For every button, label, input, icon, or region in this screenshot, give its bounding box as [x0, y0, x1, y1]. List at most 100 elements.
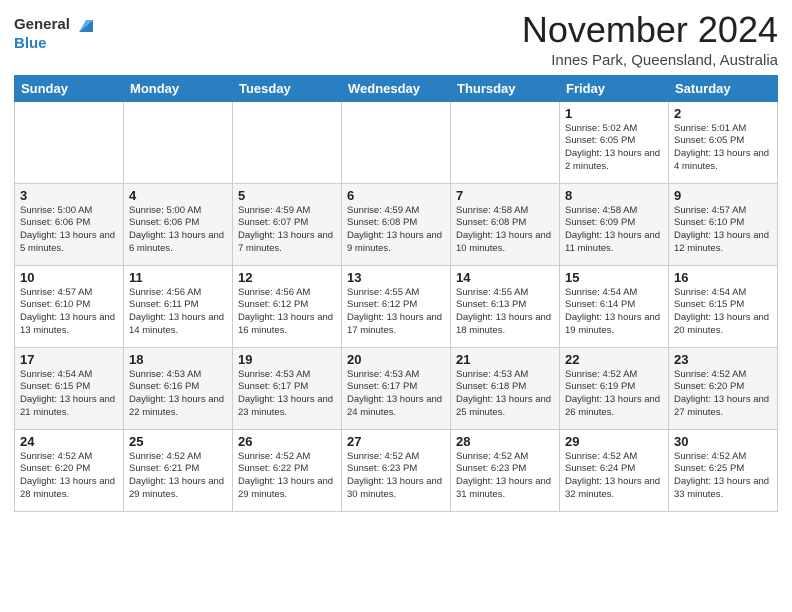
day-number: 25	[129, 434, 227, 449]
day-number: 1	[565, 106, 663, 121]
calendar-cell: 14 Sunrise: 4:55 AM Sunset: 6:13 PM Dayli…	[451, 265, 560, 347]
header-row: Sunday Monday Tuesday Wednesday Thursday…	[15, 75, 778, 101]
cell-info: Sunrise: 4:55 AM Sunset: 6:13 PM Dayligh…	[456, 287, 554, 338]
cell-info: Sunrise: 4:52 AM Sunset: 6:22 PM Dayligh…	[238, 451, 336, 502]
week-row-3: 10Sunrise: 4:57 AM Sunset: 6:10 PM Dayli…	[15, 265, 778, 347]
col-thursday: Thursday	[451, 75, 560, 101]
calendar-cell: 13 Sunrise: 4:55 AM Sunset: 6:12 PM Dayli…	[342, 265, 451, 347]
cell-info: Sunrise: 5:00 AM Sunset: 6:06 PM Dayligh…	[129, 205, 227, 256]
day-number: 16	[674, 270, 772, 285]
day-number: 2	[674, 106, 772, 121]
cell-info: Sunrise: 4:52 AM Sunset: 6:24 PM Dayligh…	[565, 451, 663, 502]
day-number: 26	[238, 434, 336, 449]
calendar-cell: 23 Sunrise: 4:52 AM Sunset: 6:20 PM Dayli…	[669, 347, 778, 429]
calendar-cell: 9Sunrise: 4:57 AM Sunset: 6:10 PM Daylig…	[669, 183, 778, 265]
day-number: 22	[565, 352, 663, 367]
week-row-5: 24 Sunrise: 4:52 AM Sunset: 6:20 PM Dayli…	[15, 429, 778, 511]
day-number: 30	[674, 434, 772, 449]
calendar-cell	[124, 101, 233, 183]
cell-info: Sunrise: 4:59 AM Sunset: 6:07 PM Dayligh…	[238, 205, 336, 256]
calendar-cell: 12 Sunrise: 4:56 AM Sunset: 6:12 PM Dayli…	[233, 265, 342, 347]
cell-info: Sunrise: 5:00 AM Sunset: 6:06 PM Dayligh…	[20, 205, 118, 256]
calendar-cell	[451, 101, 560, 183]
cell-info: Sunrise: 4:52 AM Sunset: 6:23 PM Dayligh…	[347, 451, 445, 502]
calendar-cell: 30 Sunrise: 4:52 AM Sunset: 6:25 PM Dayli…	[669, 429, 778, 511]
logo-text: General	[14, 14, 97, 36]
calendar-cell: 16 Sunrise: 4:54 AM Sunset: 6:15 PM Dayli…	[669, 265, 778, 347]
week-row-4: 17Sunrise: 4:54 AM Sunset: 6:15 PM Dayli…	[15, 347, 778, 429]
calendar-cell: 29 Sunrise: 4:52 AM Sunset: 6:24 PM Dayli…	[560, 429, 669, 511]
col-tuesday: Tuesday	[233, 75, 342, 101]
day-number: 14	[456, 270, 554, 285]
calendar-cell: 20 Sunrise: 4:53 AM Sunset: 6:17 PM Dayli…	[342, 347, 451, 429]
cell-info: Sunrise: 4:52 AM Sunset: 6:23 PM Dayligh…	[456, 451, 554, 502]
calendar-table: Sunday Monday Tuesday Wednesday Thursday…	[14, 75, 778, 512]
day-number: 23	[674, 352, 772, 367]
calendar-cell: 21 Sunrise: 4:53 AM Sunset: 6:18 PM Dayli…	[451, 347, 560, 429]
cell-info: Sunrise: 4:53 AM Sunset: 6:17 PM Dayligh…	[238, 369, 336, 420]
day-number: 18	[129, 352, 227, 367]
day-number: 21	[456, 352, 554, 367]
calendar-cell: 10Sunrise: 4:57 AM Sunset: 6:10 PM Dayli…	[15, 265, 124, 347]
cell-info: Sunrise: 4:59 AM Sunset: 6:08 PM Dayligh…	[347, 205, 445, 256]
calendar-cell: 6 Sunrise: 4:59 AM Sunset: 6:08 PM Daylig…	[342, 183, 451, 265]
day-number: 17	[20, 352, 118, 367]
cell-info: Sunrise: 4:58 AM Sunset: 6:08 PM Dayligh…	[456, 205, 554, 256]
day-number: 12	[238, 270, 336, 285]
calendar-cell: 15Sunrise: 4:54 AM Sunset: 6:14 PM Dayli…	[560, 265, 669, 347]
cell-info: Sunrise: 4:58 AM Sunset: 6:09 PM Dayligh…	[565, 205, 663, 256]
calendar-cell	[15, 101, 124, 183]
cell-info: Sunrise: 4:54 AM Sunset: 6:15 PM Dayligh…	[674, 287, 772, 338]
cell-info: Sunrise: 4:56 AM Sunset: 6:12 PM Dayligh…	[238, 287, 336, 338]
logo-blue-text: Blue	[14, 36, 97, 53]
cell-info: Sunrise: 4:53 AM Sunset: 6:16 PM Dayligh…	[129, 369, 227, 420]
day-number: 29	[565, 434, 663, 449]
cell-info: Sunrise: 4:52 AM Sunset: 6:20 PM Dayligh…	[674, 369, 772, 420]
calendar-cell: 1 Sunrise: 5:02 AM Sunset: 6:05 PM Daylig…	[560, 101, 669, 183]
week-row-2: 3 Sunrise: 5:00 AM Sunset: 6:06 PM Daylig…	[15, 183, 778, 265]
day-number: 13	[347, 270, 445, 285]
cell-info: Sunrise: 4:52 AM Sunset: 6:19 PM Dayligh…	[565, 369, 663, 420]
cell-info: Sunrise: 5:02 AM Sunset: 6:05 PM Dayligh…	[565, 123, 663, 174]
day-number: 7	[456, 188, 554, 203]
day-number: 19	[238, 352, 336, 367]
day-number: 3	[20, 188, 118, 203]
title-block: November 2024 Innes Park, Queensland, Au…	[522, 10, 778, 69]
cell-info: Sunrise: 5:01 AM Sunset: 6:05 PM Dayligh…	[674, 123, 772, 174]
header: General Blue November 2024 Innes Park, Q…	[14, 10, 778, 69]
cell-info: Sunrise: 4:52 AM Sunset: 6:20 PM Dayligh…	[20, 451, 118, 502]
day-number: 6	[347, 188, 445, 203]
location: Innes Park, Queensland, Australia	[522, 52, 778, 69]
col-monday: Monday	[124, 75, 233, 101]
logo-general: General	[14, 16, 70, 33]
day-number: 28	[456, 434, 554, 449]
calendar-cell: 11Sunrise: 4:56 AM Sunset: 6:11 PM Dayli…	[124, 265, 233, 347]
calendar-cell: 27Sunrise: 4:52 AM Sunset: 6:23 PM Dayli…	[342, 429, 451, 511]
calendar-cell: 24 Sunrise: 4:52 AM Sunset: 6:20 PM Dayli…	[15, 429, 124, 511]
day-number: 24	[20, 434, 118, 449]
calendar-cell: 17Sunrise: 4:54 AM Sunset: 6:15 PM Dayli…	[15, 347, 124, 429]
cell-info: Sunrise: 4:52 AM Sunset: 6:21 PM Dayligh…	[129, 451, 227, 502]
calendar-cell: 8Sunrise: 4:58 AM Sunset: 6:09 PM Daylig…	[560, 183, 669, 265]
day-number: 20	[347, 352, 445, 367]
cell-info: Sunrise: 4:53 AM Sunset: 6:17 PM Dayligh…	[347, 369, 445, 420]
cell-info: Sunrise: 4:52 AM Sunset: 6:25 PM Dayligh…	[674, 451, 772, 502]
month-title: November 2024	[522, 10, 778, 50]
cell-info: Sunrise: 4:53 AM Sunset: 6:18 PM Dayligh…	[456, 369, 554, 420]
logo: General Blue	[14, 14, 97, 53]
week-row-1: 1 Sunrise: 5:02 AM Sunset: 6:05 PM Daylig…	[15, 101, 778, 183]
page: General Blue November 2024 Innes Park, Q…	[0, 0, 792, 612]
calendar-cell: 28 Sunrise: 4:52 AM Sunset: 6:23 PM Dayli…	[451, 429, 560, 511]
col-sunday: Sunday	[15, 75, 124, 101]
day-number: 9	[674, 188, 772, 203]
calendar-cell: 5 Sunrise: 4:59 AM Sunset: 6:07 PM Daylig…	[233, 183, 342, 265]
day-number: 5	[238, 188, 336, 203]
calendar-cell: 26 Sunrise: 4:52 AM Sunset: 6:22 PM Dayli…	[233, 429, 342, 511]
day-number: 10	[20, 270, 118, 285]
calendar-cell: 25 Sunrise: 4:52 AM Sunset: 6:21 PM Dayli…	[124, 429, 233, 511]
cell-info: Sunrise: 4:55 AM Sunset: 6:12 PM Dayligh…	[347, 287, 445, 338]
calendar-cell: 2 Sunrise: 5:01 AM Sunset: 6:05 PM Daylig…	[669, 101, 778, 183]
calendar-cell: 4Sunrise: 5:00 AM Sunset: 6:06 PM Daylig…	[124, 183, 233, 265]
calendar-cell: 19 Sunrise: 4:53 AM Sunset: 6:17 PM Dayli…	[233, 347, 342, 429]
col-saturday: Saturday	[669, 75, 778, 101]
